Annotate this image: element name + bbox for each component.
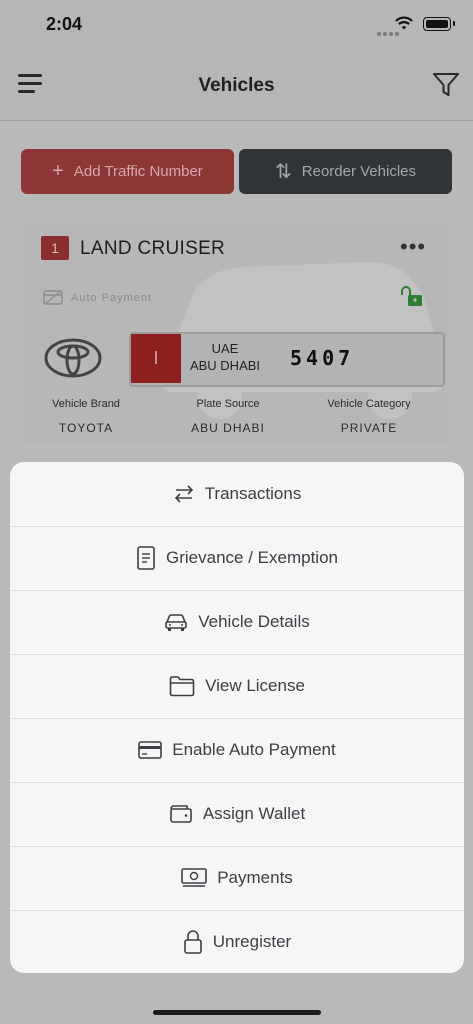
plate-region: UAE ABU DHABI [182, 340, 268, 374]
vehicle-brand-value: TOYOTA [58, 421, 114, 435]
battery-tip [453, 21, 455, 26]
card-icon [138, 741, 163, 759]
vehicle-category-label: Vehicle Category [327, 398, 411, 410]
assign-wallet-option[interactable]: Assign Wallet [10, 782, 464, 847]
status-time: 2:04 [46, 14, 83, 34]
enable-auto-payment-option[interactable]: Enable Auto Payment [10, 718, 464, 783]
transactions-label: Transactions [204, 484, 302, 503]
filter-icon[interactable] [432, 72, 460, 98]
view-license-label: View License [205, 676, 305, 695]
cash-icon [181, 868, 208, 887]
wallet-icon [170, 805, 192, 823]
vehicle-details-label: Vehicle Details [198, 612, 310, 631]
car-background-image [160, 262, 445, 419]
add-traffic-number-button[interactable]: + Add Traffic Number [21, 149, 234, 194]
transactions-option[interactable]: Transactions [10, 462, 464, 527]
folder-icon [169, 676, 195, 697]
page-title: Vehicles [198, 75, 275, 96]
plate-emirate: ABU DHABI [189, 358, 261, 373]
vehicle-details-option[interactable]: Vehicle Details [10, 590, 464, 655]
unregister-option[interactable]: Unregister [10, 910, 464, 973]
sort-arrows-icon: ⇅ [275, 161, 292, 183]
add-traffic-number-label: Add Traffic Number [73, 163, 203, 180]
payments-label: Payments [217, 868, 293, 887]
grievance-exemption-label: Grievance / Exemption [166, 548, 338, 567]
plate-source-label: Plate Source [196, 398, 260, 410]
lock-icon [183, 929, 202, 954]
auto-payment-status: Auto Payment [43, 290, 152, 305]
unregister-label: Unregister [212, 931, 292, 951]
card-off-icon [43, 290, 63, 305]
payments-option[interactable]: Payments [10, 846, 464, 911]
battery-icon [423, 17, 451, 31]
reorder-vehicles-label: Reorder Vehicles [301, 163, 416, 180]
wifi-icon [395, 16, 413, 30]
auto-payment-label: Auto Payment [71, 291, 153, 304]
plate-source-value: ABU DHABI [191, 421, 265, 435]
plus-icon: + [52, 160, 64, 182]
toyota-logo-icon [44, 338, 102, 378]
vehicle-brand-label: Vehicle Brand [52, 398, 120, 410]
action-sheet: Transactions Grievance / Exemption Vehic… [10, 462, 464, 973]
more-options-icon[interactable]: ••• [400, 234, 426, 260]
plate-number: 5407 [290, 346, 355, 370]
swap-arrows-icon [174, 485, 193, 503]
plate-country: UAE [211, 341, 239, 356]
document-icon [137, 546, 155, 570]
vehicle-category-value: PRIVATE [340, 421, 398, 435]
car-icon [165, 614, 188, 631]
enable-auto-payment-label: Enable Auto Payment [172, 740, 336, 759]
vehicle-index-badge: 1 [41, 236, 69, 260]
unlocked-icon[interactable] [400, 284, 424, 308]
grievance-exemption-option[interactable]: Grievance / Exemption [10, 526, 464, 591]
reorder-vehicles-button[interactable]: ⇅ Reorder Vehicles [239, 149, 452, 194]
view-license-option[interactable]: View License [10, 654, 464, 719]
home-indicator[interactable] [153, 1010, 321, 1015]
assign-wallet-label: Assign Wallet [202, 804, 306, 823]
plate-code: I [131, 334, 181, 383]
vehicle-name: LAND CRUISER [80, 238, 226, 259]
